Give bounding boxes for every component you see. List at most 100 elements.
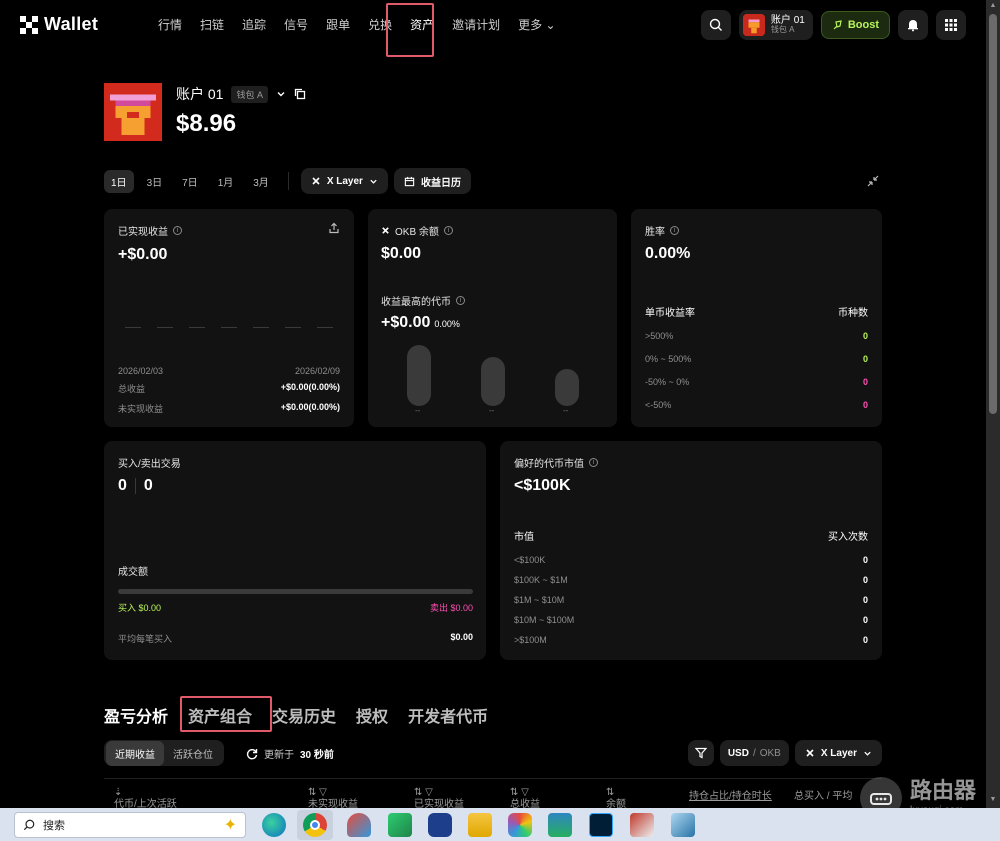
rocket-icon (833, 20, 842, 30)
table-network-selector[interactable]: X Layer (794, 740, 882, 766)
nav-invite[interactable]: 邀请计划 (452, 16, 500, 33)
tab-portfolio[interactable]: 资产组合 (188, 703, 252, 727)
col-unrealized[interactable]: 未实现收益 ⇅ ▽ (308, 787, 358, 810)
mcap-title: 偏好的代币市值 (514, 459, 584, 470)
trades-counts: 0 0 (118, 477, 153, 495)
mcap-value: <$100K (514, 477, 571, 494)
info-icon[interactable]: i (443, 226, 453, 235)
buy-volume: 买入 $0.00 (118, 603, 162, 613)
period-1m[interactable]: 1月 (211, 170, 241, 193)
notifications-button[interactable] (898, 10, 928, 40)
chart-placeholder-bar (253, 327, 269, 328)
refresh-status[interactable]: 更新于 30 秒前 (246, 746, 334, 761)
info-icon[interactable]: i (173, 226, 182, 235)
edge-icon[interactable] (262, 813, 286, 837)
app-icon-bag[interactable] (428, 813, 452, 837)
col-balance[interactable]: 余额 ⇅ (606, 787, 626, 810)
profit-calendar-button[interactable]: 收益日历 (393, 168, 471, 194)
info-icon[interactable]: i (589, 458, 598, 467)
chevron-down-icon[interactable] (276, 89, 286, 99)
nav-more[interactable]: 更多 (518, 16, 555, 33)
col-realized[interactable]: 已实现收益 ⇅ ▽ (414, 787, 464, 810)
info-icon[interactable]: i (456, 296, 465, 305)
app-icon-blue[interactable] (671, 813, 695, 837)
nav-swap[interactable]: 兑换 (368, 16, 392, 33)
mcap-row-label: <$100K (514, 555, 546, 565)
unrealized-profit-value: +$0.00(0.00%) (280, 402, 340, 412)
tab-approvals[interactable]: 授权 (356, 703, 388, 727)
chart-date-end: 2026/02/09 (294, 366, 340, 376)
col-total-buy[interactable]: 总买入 / 平均 (794, 787, 852, 802)
apps-menu-button[interactable] (936, 10, 966, 40)
scroll-up-arrow-icon[interactable]: ▲ (989, 2, 997, 10)
section-tabs: 盈亏分析 资产组合 交易历史 授权 开发者代币 (104, 703, 508, 727)
filter-icon (694, 747, 707, 759)
nav-track[interactable]: 追踪 (242, 16, 266, 33)
period-1d[interactable]: 1日 (104, 169, 134, 193)
winrate-row: >500% 0 (645, 331, 868, 341)
top-token-title: 收益最高的代币 (381, 297, 451, 308)
subtab-recent-profit[interactable]: 近期收益 (106, 740, 164, 766)
table-network-label: X Layer (820, 747, 857, 759)
photoshop-icon[interactable] (589, 813, 613, 837)
account-avatar-large (104, 83, 162, 141)
chart-placeholder-bar (157, 327, 173, 328)
okx-wallet-logo[interactable]: Wallet (20, 14, 98, 35)
currency-usd[interactable]: USD (728, 748, 749, 759)
account-switcher[interactable]: 账户 01 钱包 A (738, 10, 813, 40)
divider (134, 478, 136, 494)
refresh-value: 30 秒前 (300, 750, 334, 761)
search-icon (23, 819, 35, 831)
boost-button[interactable]: Boost (820, 11, 890, 39)
winrate-col-left: 单币收益率 (645, 308, 695, 319)
nav-scan[interactable]: 扫链 (200, 16, 224, 33)
subtab-active-positions[interactable]: 活跃仓位 (164, 741, 222, 766)
boost-label: Boost (847, 19, 879, 31)
app-icon-red[interactable] (630, 813, 654, 837)
currency-toggle[interactable]: USD / OKB (719, 740, 789, 766)
network-label: X Layer (326, 175, 363, 187)
col-total[interactable]: 总收益 ⇅ ▽ (510, 787, 540, 810)
share-icon[interactable] (328, 222, 340, 234)
mcap-row-value: 0 (862, 555, 868, 565)
scroll-down-arrow-icon[interactable]: ▼ (989, 796, 997, 804)
period-3d[interactable]: 3日 (140, 170, 170, 193)
tab-pnl-analysis[interactable]: 盈亏分析 (104, 703, 168, 727)
app-icon-umbrella[interactable] (347, 813, 371, 837)
winrate-row: 0% ~ 500% 0 (645, 354, 868, 364)
network-selector[interactable]: X Layer (300, 168, 388, 194)
bell-icon (908, 20, 918, 32)
okx-logo-icon (20, 15, 38, 34)
period-7d[interactable]: 7日 (175, 170, 205, 193)
period-3m[interactable]: 3月 (246, 170, 276, 193)
nav-copy-trade[interactable]: 跟单 (326, 16, 350, 33)
nav-market[interactable]: 行情 (158, 16, 182, 33)
table-header: 代币/上次活跃 ⇣ 未实现收益 ⇅ ▽ 已实现收益 ⇅ ▽ 总收益 ⇅ ▽ 余额… (104, 779, 882, 810)
photos-icon[interactable] (548, 813, 572, 837)
copy-icon[interactable] (294, 88, 306, 100)
file-explorer-icon[interactable] (468, 813, 492, 837)
taskbar-search-placeholder: 搜索 (43, 820, 65, 832)
scrollbar-thumb[interactable] (989, 14, 997, 414)
collapse-icon[interactable] (866, 174, 880, 193)
grid-icon (945, 19, 957, 31)
volume-label: 成交额 (118, 567, 148, 578)
search-button[interactable] (700, 10, 731, 40)
chrome-icon[interactable] (303, 813, 327, 837)
app-icon-y[interactable] (508, 813, 532, 837)
tab-dev-tokens[interactable]: 开发者代币 (408, 703, 488, 727)
filter-button[interactable] (687, 740, 714, 766)
currency-okb[interactable]: OKB (760, 748, 781, 759)
nav-assets[interactable]: 资产 (410, 16, 434, 33)
mcap-row-label: $100K ~ $1M (514, 575, 568, 585)
app-icon-bird[interactable] (388, 813, 412, 837)
taskbar-search[interactable]: 搜索 ✦ (14, 812, 246, 838)
info-icon[interactable]: i (670, 226, 679, 235)
total-profit-row: 总收益 +$0.00(0.00%) (118, 382, 340, 395)
tab-trade-history[interactable]: 交易历史 (272, 703, 336, 727)
nav-signal[interactable]: 信号 (284, 16, 308, 33)
col-token[interactable]: 代币/上次活跃 ⇣ (114, 787, 177, 810)
page-scrollbar[interactable]: ▲ ▼ (986, 0, 1000, 808)
account-avatar (742, 14, 765, 36)
col-holding[interactable]: 持仓占比/持仓时长 (689, 787, 772, 802)
